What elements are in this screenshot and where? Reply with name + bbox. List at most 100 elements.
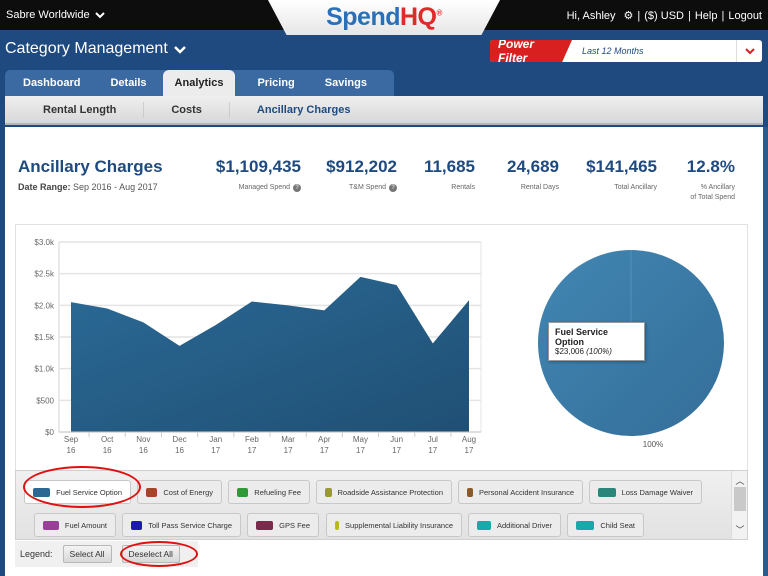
- legend-item-label: GPS Fee: [279, 520, 310, 530]
- separator: |: [688, 9, 691, 22]
- kpi-label: Rentals: [451, 184, 475, 191]
- pie-data-label: 100%: [643, 440, 663, 449]
- module-selector[interactable]: Category Management: [5, 40, 186, 58]
- kpi-label: % Ancillary: [700, 184, 735, 191]
- kpi-value: $912,202: [326, 157, 397, 176]
- data-point[interactable]: [141, 320, 145, 324]
- legend-item[interactable]: Loss Damage Waiver: [589, 480, 702, 504]
- data-point[interactable]: [395, 283, 399, 287]
- data-point[interactable]: [250, 300, 254, 304]
- kpi-tm-spend: $912,202 T&M Spend?: [315, 157, 397, 193]
- legend-item-label: Toll Pass Service Charge: [148, 520, 232, 530]
- tab-analytics[interactable]: Analytics: [162, 70, 236, 96]
- data-point[interactable]: [358, 275, 362, 279]
- kpi-value: 24,689: [507, 157, 559, 176]
- spendhq-logo[interactable]: SpendHQ®: [268, 0, 500, 35]
- x-tick-label-year: 16: [139, 446, 148, 455]
- tooltip-amount: $23,006: [555, 347, 584, 356]
- legend-item[interactable]: Child Seat: [567, 513, 644, 537]
- chevron-down-icon: [173, 45, 186, 54]
- scroll-down-icon[interactable]: ﹀: [732, 523, 748, 537]
- legend-swatch: [43, 520, 59, 530]
- tab-pricing[interactable]: Pricing: [239, 70, 312, 96]
- legend-item[interactable]: Personal Accident Insurance: [458, 480, 583, 504]
- chevron-down-icon: [94, 12, 105, 19]
- y-tick-label: $2.0k: [34, 301, 55, 310]
- date-range-label: Date Range:: [18, 182, 71, 192]
- kpi-value: 11,685: [423, 157, 475, 176]
- data-point[interactable]: [322, 308, 326, 312]
- x-tick-label-year: 16: [175, 446, 184, 455]
- kpi-rentals: 11,685 Rentals: [415, 157, 475, 193]
- legend-item[interactable]: GPS Fee: [247, 513, 319, 537]
- help-link[interactable]: Help: [695, 10, 718, 22]
- y-tick-label: $1.5k: [34, 333, 55, 342]
- tab-savings[interactable]: Savings: [313, 70, 379, 96]
- x-tick-label: Apr: [318, 435, 331, 444]
- tab-details[interactable]: Details: [98, 70, 158, 96]
- org-selector[interactable]: Sabre Worldwide: [6, 9, 105, 21]
- tab-dashboard[interactable]: Dashboard: [5, 70, 98, 96]
- x-tick-label-year: 17: [356, 446, 365, 455]
- data-point[interactable]: [178, 344, 182, 348]
- module-title: Category Management: [5, 40, 168, 57]
- tooltip-percent: (100%): [586, 347, 612, 356]
- legend-item[interactable]: Supplemental Liability Insurance: [326, 513, 462, 537]
- x-tick-label: May: [353, 435, 368, 444]
- legend-item[interactable]: Fuel Amount: [34, 513, 116, 537]
- legend-item[interactable]: Additional Driver: [468, 513, 561, 537]
- legend-item-label: Loss Damage Waiver: [621, 487, 693, 497]
- power-filter[interactable]: Power Filter Last 12 Months: [490, 40, 762, 62]
- x-tick-label: Jul: [428, 435, 438, 444]
- greeting: Hi, Ashley: [566, 9, 616, 22]
- area-series-fuel-service-option[interactable]: [71, 276, 469, 432]
- data-point[interactable]: [286, 303, 290, 307]
- legend-scrollbar[interactable]: ︿ ﹀: [731, 471, 747, 539]
- data-point[interactable]: [214, 323, 218, 327]
- x-tick-label-year: 16: [67, 446, 76, 455]
- subtab-rental-length[interactable]: Rental Length: [5, 101, 145, 118]
- data-point[interactable]: [69, 300, 73, 304]
- data-point[interactable]: [431, 341, 435, 345]
- help-icon[interactable]: ?: [293, 184, 301, 192]
- data-point[interactable]: [105, 307, 109, 311]
- separator: |: [637, 9, 641, 22]
- chevron-down-icon[interactable]: [736, 40, 762, 62]
- legend-swatch: [256, 520, 274, 530]
- help-icon[interactable]: ?: [389, 184, 397, 192]
- legend-swatch: [131, 520, 143, 530]
- kpi-pct-ancillary: 12.8% % Ancillary of Total Spend: [670, 157, 735, 203]
- y-tick-label: $500: [36, 396, 54, 405]
- subtab-ancillary-charges[interactable]: Ancillary Charges: [230, 102, 378, 118]
- kpi-label: T&M Spend: [349, 184, 386, 191]
- legend-item[interactable]: Roadside Assistance Protection: [316, 480, 452, 504]
- user-menu: Hi, Ashley ⚙ | ($) USD | Help | Logout: [566, 9, 762, 23]
- legend-item[interactable]: Fuel Service Option: [24, 480, 131, 504]
- legend-swatch: [576, 520, 595, 530]
- select-all-button[interactable]: Select All: [62, 545, 112, 563]
- pie-tooltip: Fuel Service Option $23,006 (100%): [548, 322, 645, 361]
- scroll-up-icon[interactable]: ︿: [732, 474, 748, 488]
- kpi-label: Rental Days: [520, 184, 559, 191]
- legend-swatch: [237, 487, 249, 497]
- y-tick-label: $2.5k: [34, 270, 55, 279]
- kpi-value: $1,109,435: [215, 157, 301, 176]
- kpi-label: Managed Spend: [238, 184, 290, 191]
- legend-controls: Legend: Select All Deselect All: [15, 541, 198, 567]
- data-point[interactable]: [467, 298, 471, 302]
- legend-item-label: Cost of Energy: [163, 487, 213, 497]
- x-tick-label: Aug: [462, 435, 476, 444]
- legend-item[interactable]: Toll Pass Service Charge: [122, 513, 241, 537]
- legend-item[interactable]: Cost of Energy: [137, 480, 222, 504]
- gear-icon[interactable]: ⚙: [624, 9, 634, 22]
- legend-panel: ︿ ﹀ Fuel Service Option Cost of Energy Ref…: [15, 470, 748, 540]
- deselect-all-button[interactable]: Deselect All: [121, 545, 180, 563]
- subtab-costs[interactable]: Costs: [144, 101, 230, 118]
- currency-link[interactable]: ($) USD: [644, 10, 684, 22]
- scroll-thumb[interactable]: [734, 487, 746, 511]
- legend-swatch: [477, 520, 491, 530]
- legend-item[interactable]: Refueling Fee: [228, 480, 310, 504]
- y-tick-label: $3.0k: [34, 238, 55, 247]
- logout-link[interactable]: Logout: [728, 10, 762, 22]
- x-tick-label-year: 16: [103, 446, 112, 455]
